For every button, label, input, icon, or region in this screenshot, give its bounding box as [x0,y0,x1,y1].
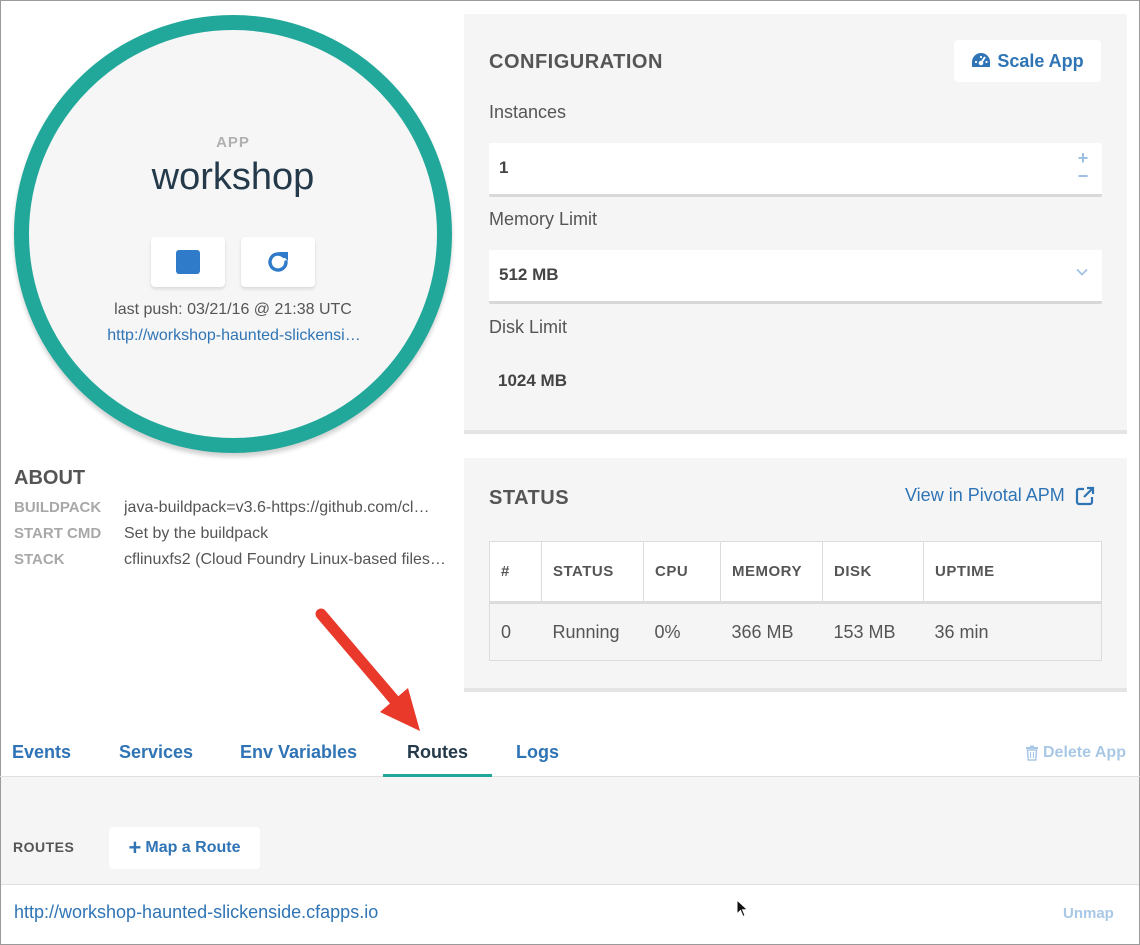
app-status-circle [14,15,452,453]
about-key: STACK [14,551,65,568]
restart-icon [268,252,288,272]
column-header: DISK [822,541,924,603]
about-key: BUILDPACK [14,499,102,516]
trash-icon [1026,745,1038,761]
tab-logs[interactable]: Logs [516,742,559,763]
configuration-title: CONFIGURATION [489,51,663,73]
view-in-apm-label: View in Pivotal APM [905,485,1065,505]
routes-label: ROUTES [13,839,75,855]
status-panel: STATUS View in Pivotal APM # STATUS CPU … [464,458,1127,692]
about-title: ABOUT [14,467,86,489]
stop-app-button[interactable] [151,237,225,287]
about-row-start-cmd: START CMD Set by the buildpack [14,525,454,547]
increment-icon[interactable]: + [1078,149,1089,167]
table-cell: 0 [489,601,542,661]
about-key: START CMD [14,525,102,542]
app-name: workshop [151,156,315,198]
routes-section: ROUTES + Map a Route http://workshop-hau… [1,777,1139,944]
about-row-buildpack: BUILDPACK java-buildpack=v3.6-https://gi… [14,499,454,521]
disk-limit-label: Disk Limit [489,317,568,337]
mouse-cursor-icon [736,899,749,918]
about-value: Set by the buildpack [124,525,269,542]
column-header: STATUS [541,541,644,603]
instances-label: Instances [489,102,567,122]
restart-app-button[interactable] [241,237,315,287]
table-cell: 153 MB [822,601,924,661]
view-in-apm-link[interactable]: View in Pivotal APM [905,485,1095,506]
about-value: java-buildpack=v3.6-https://github.com/c… [124,499,430,516]
delete-app-label: Delete App [1043,744,1126,761]
instances-value: 1 [499,158,509,177]
column-header: UPTIME [923,541,1102,603]
disk-limit-value: 1024 MB [498,371,567,390]
column-header: MEMORY [720,541,823,603]
memory-limit-label: Memory Limit [489,209,598,229]
unmap-button[interactable]: Unmap [1063,905,1114,922]
about-row-stack: STACK cflinuxfs2 (Cloud Foundry Linux-ba… [14,551,454,573]
memory-limit-value: 512 MB [499,265,559,284]
map-route-button[interactable]: + Map a Route [109,827,260,869]
table-cell: 366 MB [720,601,823,661]
app-label: APP [216,134,250,151]
tab-routes[interactable]: Routes [407,742,468,763]
scale-app-label: Scale App [997,50,1084,71]
about-value: cflinuxfs2 (Cloud Foundry Linux-based fi… [124,551,446,568]
table-cell: 0% [643,601,721,661]
configuration-panel: CONFIGURATION Scale App Instances 1 + − … [464,14,1127,434]
app-url-link[interactable]: http://workshop-haunted-slickensi… [96,327,372,345]
dashboard-icon [972,53,991,67]
memory-limit-select[interactable]: 512 MB [489,250,1102,304]
instances-stepper[interactable]: + − [1076,149,1090,185]
table-cell: 36 min [923,601,1102,661]
tab-services[interactable]: Services [119,742,193,763]
app-tabs: Events Services Env Variables Routes Log… [0,730,1140,777]
decrement-icon[interactable]: − [1078,167,1089,185]
external-link-icon [1075,486,1094,505]
chevron-down-icon [1076,268,1088,276]
column-header: CPU [643,541,721,603]
status-title: STATUS [489,487,570,509]
tab-env-variables[interactable]: Env Variables [240,742,357,763]
tab-events[interactable]: Events [12,742,71,763]
table-cell: Running [541,601,644,661]
route-url-link[interactable]: http://workshop-haunted-slickenside.cfap… [14,902,378,923]
instances-input[interactable]: 1 + − [489,143,1102,197]
plus-icon: + [128,835,142,860]
last-push-text: last push: 03/21/16 @ 21:38 UTC [114,301,352,318]
table-header-row: # STATUS CPU MEMORY DISK UPTIME [489,541,1102,603]
stop-icon [176,250,200,274]
list-item: http://workshop-haunted-slickenside.cfap… [1,884,1139,944]
map-route-label: Map a Route [145,839,241,856]
table-row: 0 Running 0% 366 MB 153 MB 36 min [489,601,1102,661]
scale-app-button[interactable]: Scale App [954,40,1101,82]
delete-app-button[interactable]: Delete App [1025,744,1126,762]
column-header: # [489,541,542,603]
instances-status-table: # STATUS CPU MEMORY DISK UPTIME 0 Runnin… [489,541,1102,661]
